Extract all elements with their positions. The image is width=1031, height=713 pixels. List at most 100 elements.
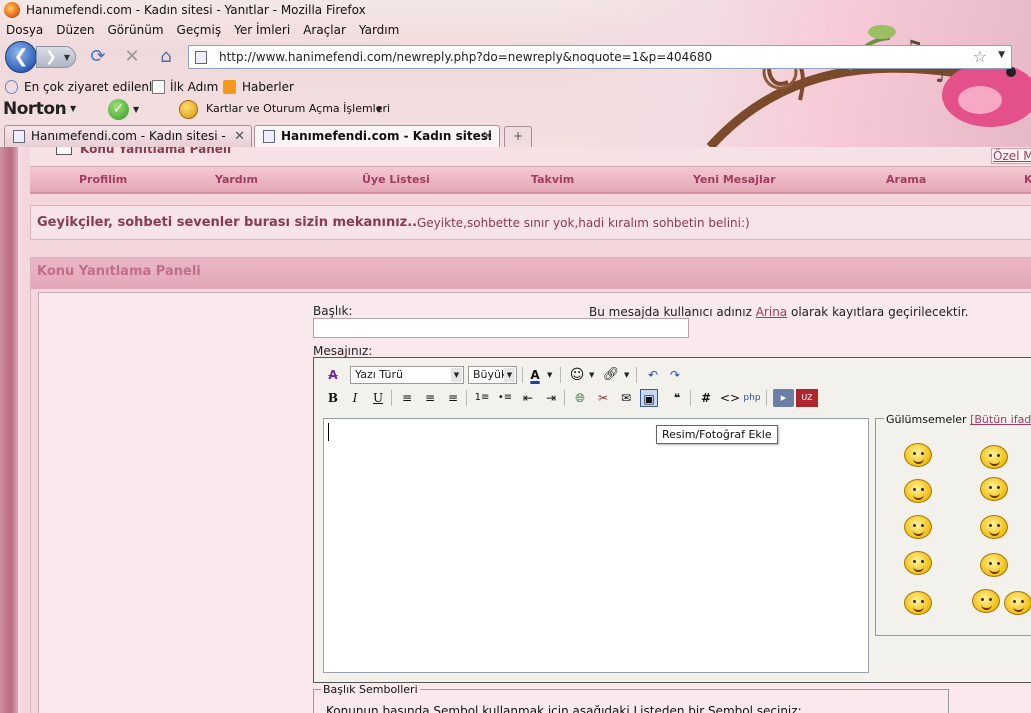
indent-icon[interactable]: ⇥ [542,389,560,407]
menu-view[interactable]: Görünüm [107,21,163,41]
title-input[interactable] [313,318,689,338]
stop-icon[interactable]: ✕ [120,45,144,69]
history-dropdown-icon[interactable]: ▼ [64,48,70,68]
menu-file[interactable]: Dosya [6,21,43,41]
toolbar-separator [766,390,767,406]
tab-favicon-icon [13,130,25,143]
smiley-icon[interactable] [980,553,1008,577]
italic-icon[interactable]: I [346,389,364,407]
reply-panel: Konu Yanıtlama Paneli Başlık: Bu mesajda… [30,257,1031,713]
remove-link-icon[interactable]: ✂ [594,389,612,407]
nav-help[interactable]: Yardım [215,173,258,186]
menu-edit[interactable]: Düzen [56,21,94,41]
message-textarea[interactable] [323,418,869,673]
norton-check-icon[interactable]: ✓ [108,99,129,120]
text-color-icon[interactable]: A [526,366,544,384]
align-center-icon[interactable]: ≡ [421,389,439,407]
menu-history[interactable]: Geçmiş [177,21,222,41]
size-select-value: Büyük [473,368,508,381]
nav-new-posts[interactable]: Yeni Mesajlar [693,173,776,186]
title-symbols-box: Başlık Sembolleri Konunun başında Sembol… [313,683,949,713]
forum-announcement: Geyikçiler, sohbeti sevenler burası sizi… [30,205,1031,240]
title-symbols-text: Konunun başında Sembol kullanmak için aş… [326,704,802,713]
nav-profile[interactable]: Profilim [79,173,127,186]
private-messages-link[interactable]: Özel Mesaj [991,148,1031,164]
firefox-logo-icon [4,2,20,18]
smiley-icon[interactable] [904,591,932,615]
text-color-dropdown-icon[interactable]: ▼ [547,371,552,379]
norton-cards-link[interactable]: Kartlar ve Oturum Açma İşlemleri [206,102,390,115]
tab-active[interactable]: Hanımefendi.com - Kadın sitesi - ... ✕ [254,125,500,147]
address-dropdown-icon[interactable]: ▼ [998,50,1005,60]
reload-icon[interactable]: ⟳ [86,45,110,69]
smiley-dropdown-icon[interactable]: ▼ [589,371,594,379]
code-hash-icon[interactable]: # [697,389,715,407]
nav-search[interactable]: Arama [886,173,926,186]
home-icon[interactable]: ⌂ [154,45,178,69]
undo-icon[interactable]: ↶ [644,366,662,384]
new-tab-button[interactable]: + [504,126,532,147]
bold-icon[interactable]: B [324,389,342,407]
announcement-text: Geyikte,sohbette sınır yok,hadi kıralım … [417,216,750,230]
menu-bookmarks[interactable]: Yer İmleri [234,21,290,41]
bookmark-news[interactable]: Haberler [242,78,294,96]
username-link[interactable]: Arina [756,305,787,319]
back-button[interactable]: ❮ [5,41,37,73]
bookmark-first-step[interactable]: İlk Adım [170,78,218,96]
breadcrumb-strip: Konu Yanıtlama Paneli [30,147,1031,167]
close-tab-icon[interactable]: ✕ [234,126,245,147]
php-code-icon[interactable]: php [743,389,761,407]
smiley-icon[interactable] [904,515,932,539]
redo-icon[interactable]: ↷ [666,366,684,384]
ordered-list-icon[interactable]: 1≡ [473,389,491,407]
size-select[interactable]: Büyük ▼ [468,366,517,384]
quote-icon[interactable]: ❝ [668,389,686,407]
menu-help[interactable]: Yardım [359,21,399,41]
address-bar[interactable]: http://www.hanimefendi.com/newreply.php?… [188,45,1012,69]
close-tab-icon[interactable]: ✕ [482,126,493,147]
video-icon[interactable]: ▶ [773,389,794,407]
nav-member-list[interactable]: Üye Listesi [362,173,430,186]
youtube-icon[interactable]: UZ [796,389,818,407]
smiley-icon[interactable] [980,477,1008,501]
insert-image-icon[interactable]: ▣ [640,389,658,407]
align-left-icon[interactable]: ≡ [398,389,416,407]
message-editor: A Yazı Türü ▼ Büyük ▼ A ▼ ☺ ▼ 🔗︎ ▼ ↶ ↷ B… [313,357,1031,683]
nav-more[interactable]: K [1024,173,1031,186]
nav-calendar[interactable]: Takvim [531,173,574,186]
smilies-title: Gülümsemeler [886,413,967,426]
outdent-icon[interactable]: ⇤ [519,389,537,407]
remove-format-icon[interactable]: A [324,366,342,384]
smiley-icon[interactable]: ☺ [568,366,586,384]
back-arrow-icon: ❮ [13,46,29,67]
identity-safe-icon [179,100,198,119]
forward-button[interactable]: ❯ ▼ [36,46,76,68]
smiley-icon[interactable] [904,551,932,575]
unordered-list-icon[interactable]: •≡ [496,389,514,407]
norton-logo[interactable]: Norton [3,99,67,119]
tab-inactive[interactable]: Hanımefendi.com - Kadın sitesi - Ki... ✕ [4,125,252,147]
smiley-icon[interactable] [904,479,932,503]
norton-cards-dropdown-icon[interactable]: ▼ [376,105,382,114]
align-right-icon[interactable]: ≡ [444,389,462,407]
attachment-icon[interactable]: 🔗︎ [602,366,620,384]
smiley-icon[interactable] [980,445,1008,469]
smiley-icon[interactable] [972,589,1000,613]
tab-label: Hanımefendi.com - Kadın sitesi - Ki... [31,129,226,143]
insert-link-icon[interactable]: 🌐︎ [571,389,589,407]
address-url[interactable]: http://www.hanimefendi.com/newreply.php?… [219,50,712,64]
bookmark-most-visited[interactable]: En çok ziyaret edilenler [24,78,165,96]
smiley-icon[interactable] [1004,591,1031,615]
insert-email-icon[interactable]: ✉ [617,389,635,407]
smiley-icon[interactable] [904,443,932,467]
html-code-icon[interactable]: <> [720,389,740,407]
underline-icon[interactable]: U [369,389,387,407]
bookmark-star-icon[interactable]: ☆ [973,47,987,66]
norton-check-dropdown-icon[interactable]: ▼ [133,105,139,114]
all-smilies-link[interactable]: [Bütün ifadeleri [970,413,1031,426]
font-select[interactable]: Yazı Türü ▼ [350,366,464,384]
attachment-dropdown-icon[interactable]: ▼ [624,371,629,379]
menu-tools[interactable]: Araçlar [303,21,346,41]
smiley-icon[interactable] [980,515,1008,539]
norton-dropdown-icon[interactable]: ▼ [70,104,76,113]
